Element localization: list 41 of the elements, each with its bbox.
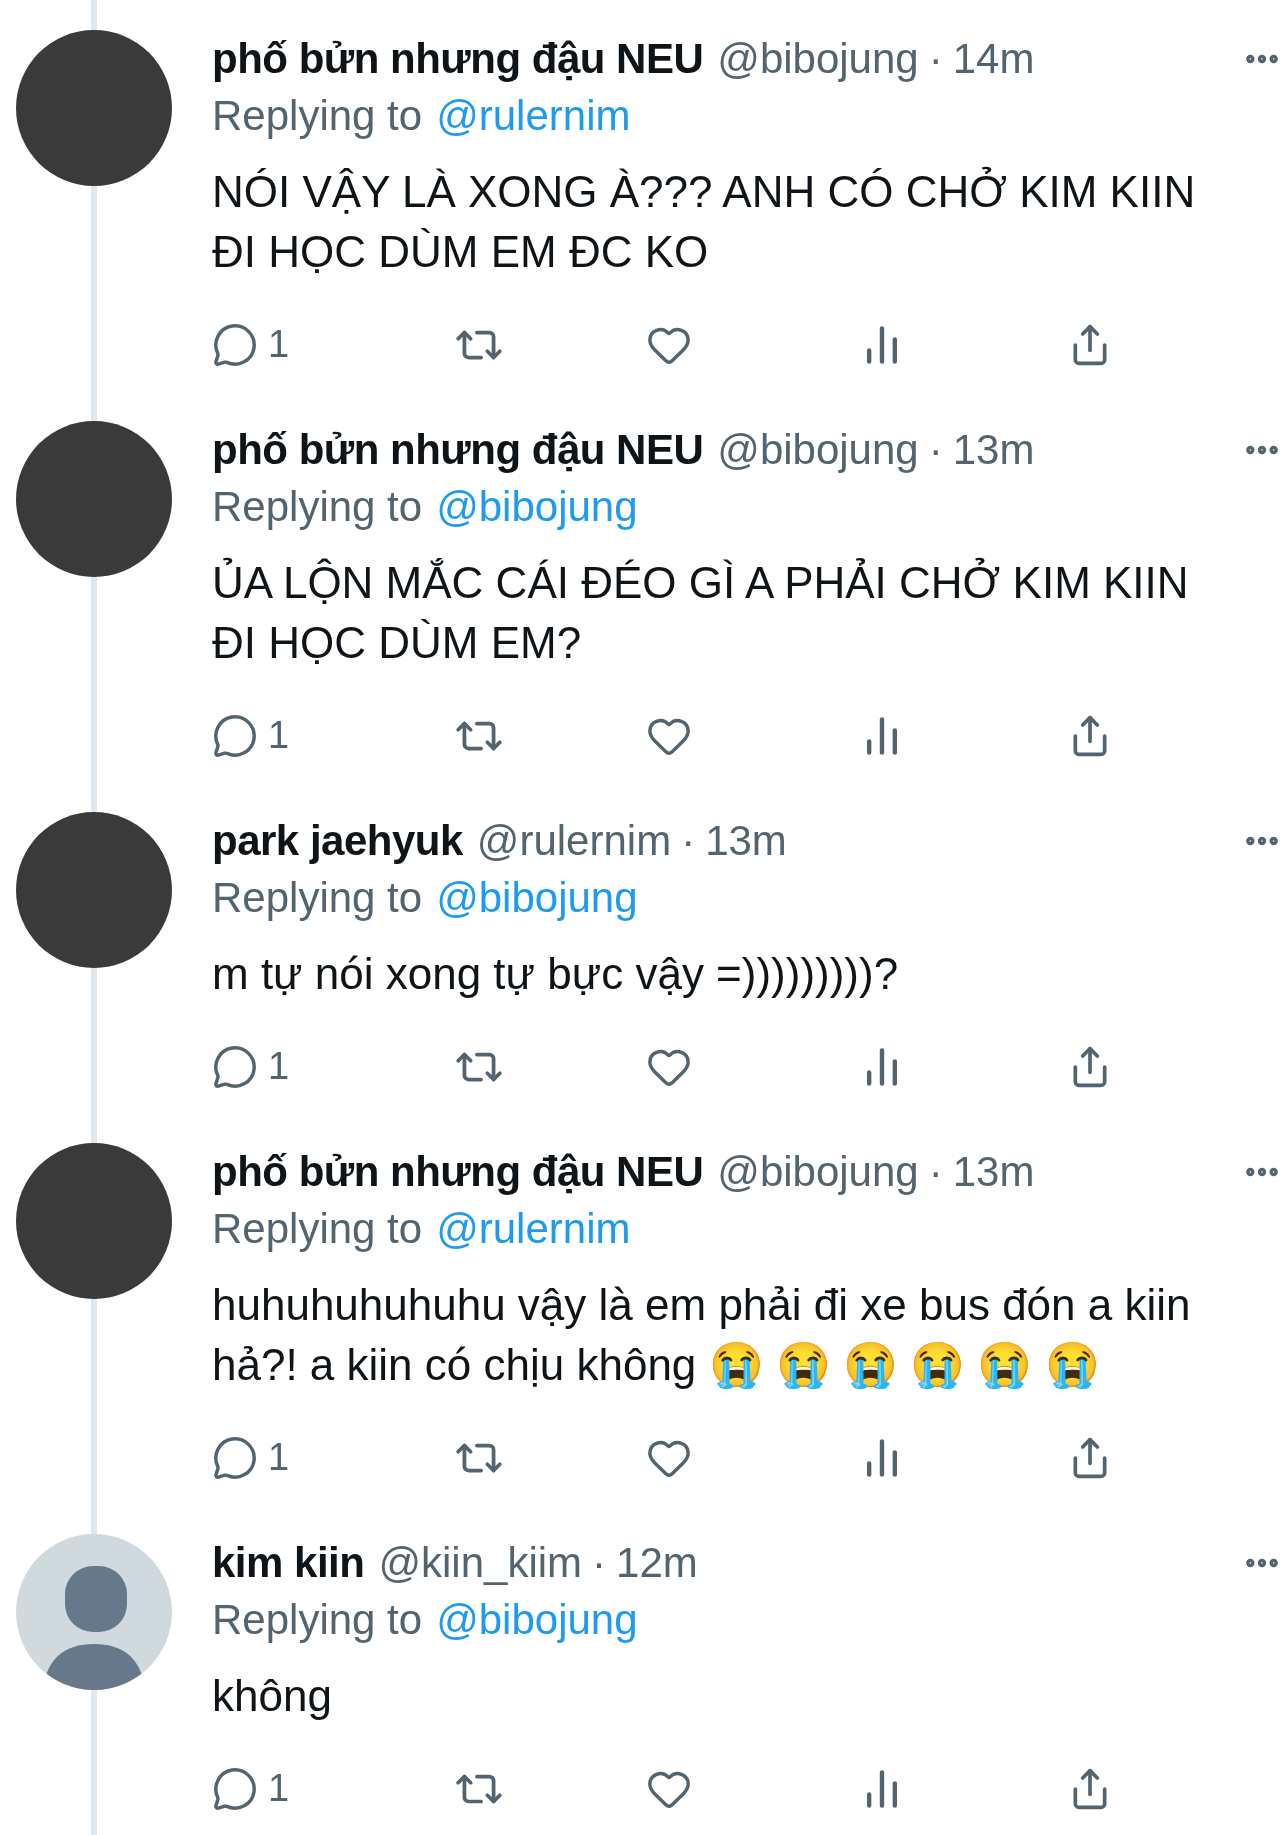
reply-count: 1 [268, 322, 290, 367]
separator-dot: · [928, 1147, 943, 1197]
user-handle: @bibojung [717, 34, 919, 84]
tweet-time: 14m [952, 34, 1035, 84]
display-name[interactable]: phố bửn nhưng đậu NEU [212, 30, 704, 87]
tweet-time: 12m [616, 1538, 698, 1588]
display-name[interactable]: phố bửn nhưng đậu NEU [212, 1143, 704, 1200]
separator-dot: · [928, 34, 943, 84]
tweet-time: 13m [705, 816, 787, 866]
display-name[interactable]: park jaehyuk [212, 812, 463, 869]
user-handle: @rulernim [476, 816, 672, 866]
reply-count: 1 [268, 1766, 290, 1811]
replying-to-label: Replying to [212, 91, 423, 141]
separator-dot: · [592, 1538, 607, 1588]
tweet-text: không [212, 1670, 333, 1722]
reply-icon[interactable] [212, 1765, 258, 1812]
reply-icon[interactable] [212, 1434, 258, 1481]
replying-to-label: Replying to [212, 1595, 423, 1645]
display-name[interactable]: kim kiin [212, 1534, 365, 1591]
tweet-text: huhuhuhuhuhu vậy là em phải đi xe bus đón a kiin hả?! a kiin có chịu không 😭 😭 😭 😭 😭 😭 [212, 1279, 1192, 1391]
display-name[interactable]: phố bửn nhưng đậu NEU [212, 421, 704, 478]
tweet-text: ỦA LỘN MẮC CÁI ĐÉO GÌ A PHẢI CHỞ KIM KIIN ĐI HỌC DÙM EM? [212, 556, 1190, 669]
default-avatar-icon[interactable] [16, 1534, 172, 1690]
separator-dot: · [928, 425, 943, 475]
replying-to-label: Replying to [212, 482, 423, 532]
user-handle: @kiin_kiim [378, 1538, 583, 1588]
reply-count: 1 [268, 1044, 290, 1089]
replying-to-label: Replying to [212, 873, 423, 923]
user-handle: @bibojung [717, 1147, 919, 1197]
user-handle: @bibojung [717, 425, 919, 475]
tweet-text: NÓI VẬY LÀ XONG À??? ANH CÓ CHỞ KIM KIIN ĐI HỌC DÙM EM ĐC KO [212, 165, 1197, 278]
reply-count: 1 [268, 713, 290, 758]
reply-icon[interactable] [212, 712, 258, 759]
replying-to-label: Replying to [212, 1204, 423, 1254]
reply-icon[interactable] [212, 321, 258, 368]
tweet-time: 13m [952, 425, 1035, 475]
separator-dot: · [681, 816, 696, 866]
tweet-time: 13m [952, 1147, 1035, 1197]
tweet-text: m tự nói xong tự bực vậy =)))))))))? [212, 948, 900, 1000]
reply-count: 1 [268, 1435, 290, 1480]
reply-icon[interactable] [212, 1043, 258, 1090]
